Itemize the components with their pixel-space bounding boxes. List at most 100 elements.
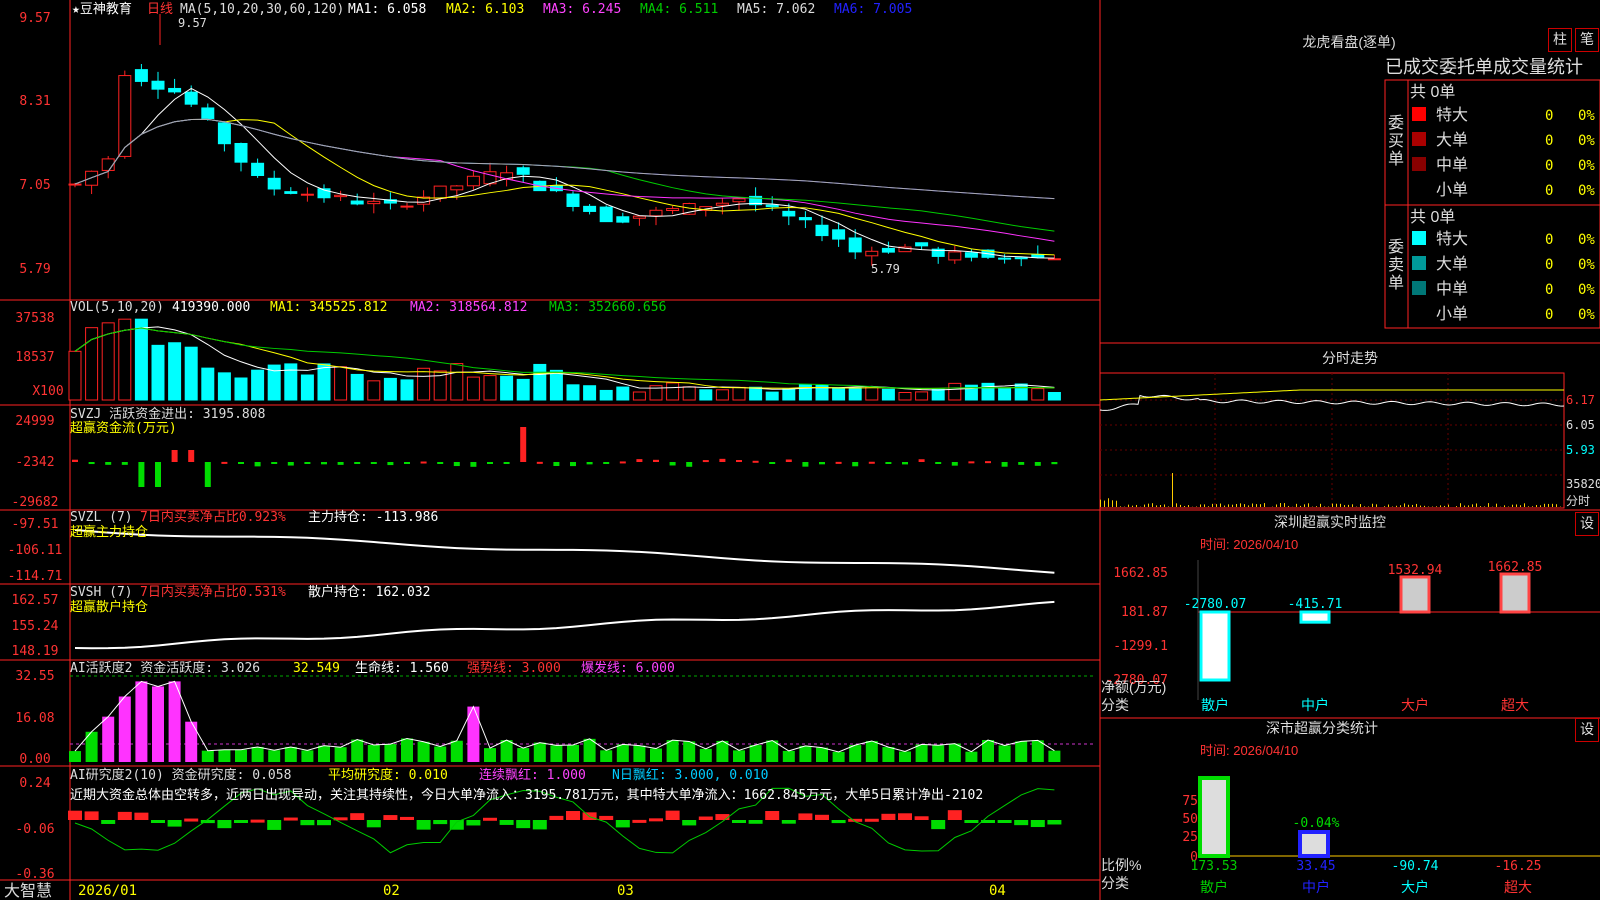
fund-flow-bar	[105, 462, 112, 465]
activity-bar	[965, 751, 978, 762]
research-bar	[881, 813, 896, 820]
fenshi-axis-tick: 6.05	[1566, 418, 1595, 432]
price-axis-tick: 5.79	[19, 262, 50, 277]
svsh-retail: 散户持仓: 162.032	[308, 584, 430, 600]
ai-activity-pane[interactable]	[69, 675, 1095, 762]
research-bar	[898, 813, 912, 820]
volume-bar	[300, 374, 314, 401]
fenshi-volume-bar	[1216, 504, 1217, 507]
stats-axis-tick: 50	[1182, 812, 1198, 827]
monitor-axis-tick: 181.87	[1121, 605, 1168, 620]
fenshi-volume-bar	[1248, 505, 1249, 507]
svzj-pane[interactable]	[72, 427, 1058, 487]
activity-bar	[932, 745, 945, 762]
period-label[interactable]: 日线	[147, 2, 173, 17]
research-bar	[798, 813, 813, 820]
low-price-label: 5.79	[871, 262, 900, 276]
fund-flow-bar	[188, 450, 195, 462]
fenshi-volume-bar	[1352, 504, 1353, 507]
volume-pane[interactable]	[68, 318, 1061, 401]
candle-body	[217, 122, 231, 145]
activity-bar	[102, 716, 115, 762]
stats-settings-button[interactable]: 设	[1575, 718, 1599, 742]
fenshi-volume-bar	[1256, 504, 1257, 507]
volume-bar	[765, 391, 779, 401]
fund-flow-bar	[72, 459, 78, 462]
fenshi-volume-bar	[1440, 505, 1441, 507]
ma2-value: MA2: 6.103	[446, 2, 524, 17]
fund-flow-bar	[304, 462, 311, 464]
activity-bar	[998, 745, 1011, 762]
volume-bar	[798, 383, 812, 401]
volume-bar	[251, 369, 265, 401]
volume-bar	[549, 369, 563, 401]
svzj-axis-tick: 24999	[15, 414, 54, 429]
monitor-category: 散户	[1201, 697, 1229, 713]
fund-flow-bar	[387, 462, 394, 466]
volume-bar	[1014, 383, 1028, 401]
activity-bar	[550, 745, 563, 762]
research-bar	[997, 820, 1012, 823]
research-bar	[1047, 820, 1062, 825]
stock-name[interactable]: ★豆神教育	[72, 1, 132, 17]
fenshi-volume-bar	[1188, 505, 1189, 507]
fund-flow-bar	[453, 462, 460, 467]
tick-mode-button[interactable]: 笔	[1575, 28, 1599, 52]
research-bar	[167, 820, 182, 827]
fund-flow-bar	[802, 462, 809, 467]
legend-swatch	[1412, 281, 1426, 295]
volume-bar	[350, 373, 364, 401]
ai-res-axis-tick: -0.36	[15, 867, 54, 882]
volume-bar	[383, 377, 397, 401]
fenshi-volume-bar	[1364, 506, 1365, 507]
volume-bar	[533, 363, 547, 401]
fenshi-volume-bar	[1296, 503, 1297, 507]
volume-bar	[284, 363, 298, 401]
monitor-settings-button[interactable]: 设	[1575, 512, 1599, 536]
svsh-pane[interactable]	[74, 600, 1055, 650]
volume-bar	[881, 388, 895, 401]
volume-bar	[234, 377, 248, 401]
volume-bar	[400, 379, 414, 401]
monitor-xlabel: 分类	[1101, 697, 1129, 713]
fenshi-volume-bar	[1528, 506, 1529, 507]
ai-res-red: 连续飘红: 1.000	[479, 767, 586, 783]
activity-bar	[666, 740, 679, 762]
bar-mode-button[interactable]: 柱	[1548, 28, 1572, 52]
activity-bar	[650, 748, 662, 762]
volume-bar	[201, 367, 215, 401]
row-count: 0	[1545, 133, 1553, 149]
svzl-pane[interactable]	[74, 529, 1055, 574]
fenshi-volume-bar	[1404, 503, 1405, 507]
fenshi-volume-bar	[1148, 503, 1149, 507]
fenshi-volume-bar	[1400, 505, 1401, 507]
fenshi-volume-bar	[1512, 504, 1513, 507]
research-bar	[101, 820, 116, 824]
candle-body	[732, 198, 746, 203]
activity-bar	[218, 749, 231, 762]
svsh-label: SVSH (7)	[70, 585, 133, 600]
fund-flow-bar	[603, 462, 610, 464]
fund-flow-bar	[1001, 462, 1008, 467]
activity-bar	[915, 744, 928, 762]
fenshi-volume-bar	[1180, 504, 1181, 507]
monitor-chart: -2780.07 散户 -415.71 中户 1532.94 大户 1662.85 超大	[1184, 560, 1600, 713]
fund-flow-bar	[470, 462, 477, 467]
monitor-time: 时间: 2026/04/10	[1200, 537, 1298, 552]
fenshi-volume-bar	[1100, 499, 1101, 507]
activity-bar	[201, 750, 214, 762]
monitor-category: 超大	[1501, 697, 1529, 713]
fund-flow-bar	[686, 462, 693, 467]
research-bar	[549, 815, 564, 820]
ai-act-strong: 强势线: 3.000	[467, 660, 561, 676]
research-bar	[217, 820, 232, 829]
fenshi-volume-bar	[1544, 503, 1545, 507]
svzl-label: SVZL (7)	[70, 510, 133, 525]
stats-value: 33.45	[1296, 859, 1335, 874]
fenshi-volume-bar	[1120, 506, 1121, 507]
fund-flow-bar	[852, 462, 859, 467]
activity-bar	[600, 750, 613, 762]
monitor-axis-tick: -1299.1	[1113, 639, 1168, 654]
candlestick-pane[interactable]	[68, 14, 1061, 267]
volume-bar	[417, 367, 431, 401]
